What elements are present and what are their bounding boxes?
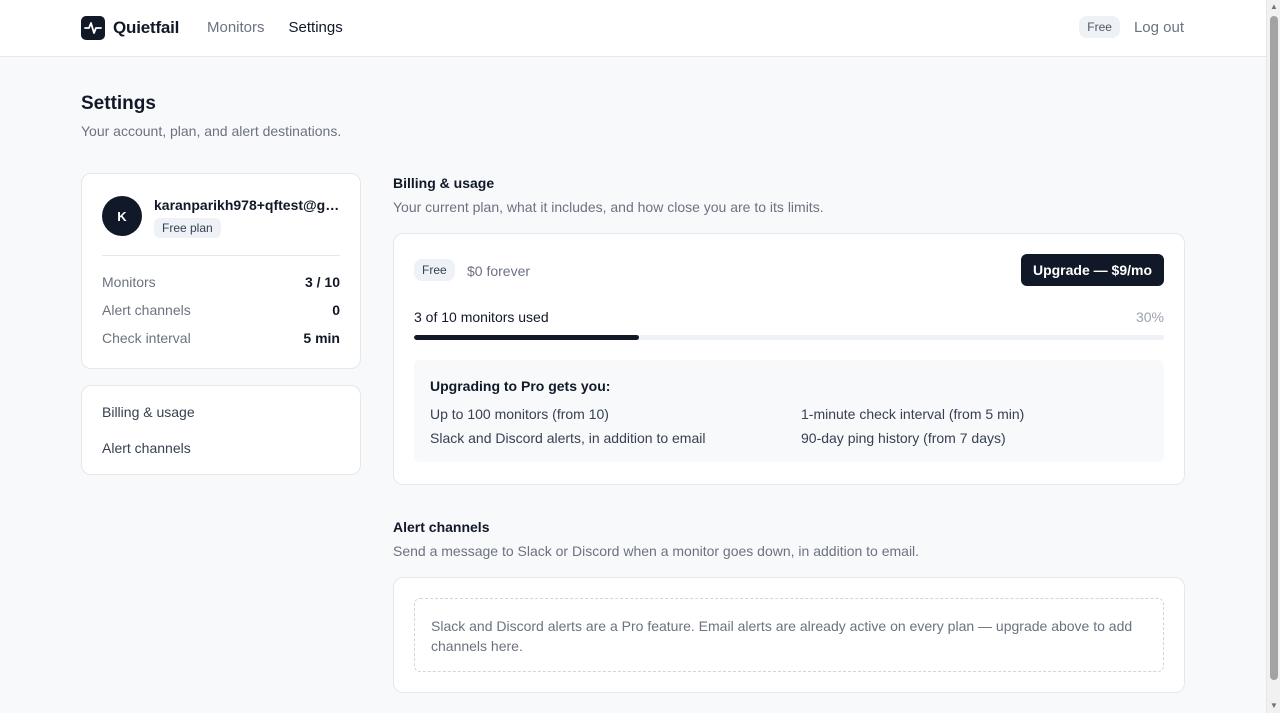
stat-value: 5 min [303,330,340,346]
logout-link[interactable]: Log out [1134,19,1184,36]
main-nav: Monitors Settings [207,19,343,36]
channels-section-title: Alert channels [393,519,490,535]
pro-feature-notice: Slack and Discord alerts are a Pro featu… [414,598,1164,672]
vertical-scrollbar[interactable]: ▲ ▼ [1266,0,1280,713]
perk-item: Up to 100 monitors (from 10) [430,406,609,422]
perks-title: Upgrading to Pro gets you: [430,378,611,394]
stat-label: Check interval [102,330,191,346]
perk-item: Slack and Discord alerts, in addition to… [430,430,706,446]
usage-percent: 30% [1135,309,1164,325]
usage-progress-fill [414,335,639,340]
account-divider [102,255,340,256]
scroll-down-arrow-icon[interactable]: ▼ [1267,699,1280,713]
pro-perks-panel: Upgrading to Pro gets you: Up to 100 mon… [414,360,1164,462]
nav-monitors[interactable]: Monitors [207,19,265,36]
account-email: karanparikh978+qftest@gmail.com [154,197,342,213]
settings-menu: Billing & usage Alert channels [81,385,361,475]
tier-badge: Free [414,259,455,281]
app-window: Quietfail Monitors Settings Free Log out… [0,0,1266,713]
usage-label: 3 of 10 monitors used [414,309,549,325]
usage-progress-bar [414,335,1164,340]
scrollbar-thumb[interactable] [1270,16,1278,680]
nav-settings[interactable]: Settings [289,19,343,36]
account-card: K karanparikh978+qftest@gmail.com Free p… [81,173,361,369]
plan-badge: Free [1079,16,1120,38]
billing-section-subtitle: Your current plan, what it includes, and… [393,199,824,215]
billing-card: Free $0 forever Upgrade — $9/mo 3 of 10 … [393,233,1185,485]
channels-section-subtitle: Send a message to Slack or Discord when … [393,543,920,559]
stat-label: Alert channels [102,302,191,318]
stat-alert-channels: Alert channels 0 [102,302,340,318]
upgrade-button[interactable]: Upgrade — $9/mo [1020,254,1164,286]
pulse-logo-icon [81,16,105,40]
menu-item-alert-channels[interactable]: Alert channels [102,440,191,456]
scroll-up-arrow-icon[interactable]: ▲ [1267,0,1280,14]
billing-section-title: Billing & usage [393,175,495,191]
page-subtitle: Your account, plan, and alert destinatio… [81,123,342,139]
header-actions: Free Log out [1079,16,1184,38]
brand[interactable]: Quietfail [81,16,179,40]
alert-channels-card: Slack and Discord alerts are a Pro featu… [393,577,1185,693]
stat-value: 3 / 10 [304,274,340,290]
tier-price: $0 forever [467,263,531,279]
stat-value: 0 [332,302,340,318]
perk-item: 1-minute check interval (from 5 min) [801,406,1025,422]
brand-name: Quietfail [113,18,180,37]
page-title: Settings [81,93,156,114]
menu-item-billing[interactable]: Billing & usage [102,404,195,420]
stat-label: Monitors [102,274,156,290]
account-plan-badge: Free plan [154,218,221,238]
stat-check-interval: Check interval 5 min [102,330,340,346]
avatar: K [102,196,142,236]
perk-item: 90-day ping history (from 7 days) [801,430,1006,446]
top-navigation-bar: Quietfail Monitors Settings Free Log out [0,0,1266,57]
stat-monitors: Monitors 3 / 10 [102,274,340,290]
